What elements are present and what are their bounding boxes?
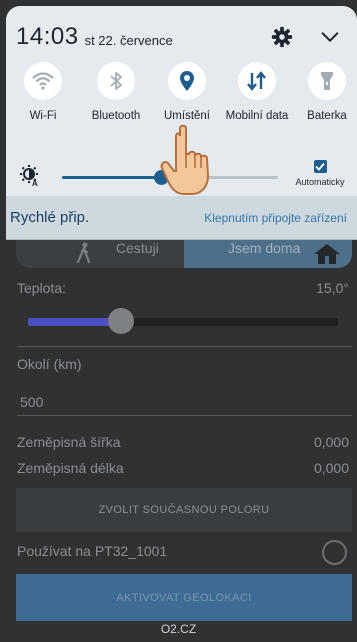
checkmark-icon [315, 162, 325, 171]
longitude-label: Zeměpisná délka [17, 460, 124, 476]
auto-brightness-toggle[interactable]: Automaticky [289, 160, 351, 187]
bluetooth-toggle-circle [97, 62, 135, 100]
mobile-data-icon [247, 71, 266, 91]
mobile-data-toggle-circle [238, 62, 276, 100]
mode-travelling-label: Cestuji [116, 240, 159, 256]
walking-person-icon [76, 242, 91, 264]
location-toggle-circle [168, 62, 206, 100]
date: st 22. července [84, 32, 173, 48]
mode-home-label: Jsem doma [228, 240, 301, 256]
brightness-auto-icon: A [20, 165, 38, 186]
bluetooth-toggle[interactable]: Bluetooth [81, 62, 151, 123]
location-pin-icon [180, 71, 194, 91]
clock: 14:03 [16, 23, 79, 50]
temperature-slider-thumb[interactable] [108, 308, 134, 334]
flashlight-toggle-circle [308, 62, 346, 100]
mobile-data-label: Mobilní data [225, 110, 289, 122]
mode-segmented-control: Cestuji Jsem doma [16, 238, 352, 268]
quick-connect-hint: Klepnutím připojte zařízení [204, 210, 347, 225]
mode-home-segment[interactable]: Jsem doma [184, 238, 352, 268]
longitude-value: 0,000 [313, 460, 349, 476]
latitude-value: 0,000 [313, 434, 349, 450]
location-label: Umístění [163, 110, 210, 122]
bluetooth-label: Bluetooth [91, 110, 141, 122]
status-row: 14:03 st 22. července [16, 22, 347, 52]
use-on-device-radio[interactable] [322, 540, 347, 565]
wifi-icon [32, 72, 54, 90]
auto-brightness-label: Automaticky [295, 177, 345, 187]
svg-text:A: A [32, 179, 38, 186]
temperature-label: Teplota: [17, 280, 67, 296]
flashlight-label: Baterka [307, 110, 347, 122]
auto-brightness-checkbox[interactable] [313, 160, 327, 173]
quick-connect-bar[interactable]: Rychlé přip. Klepnutím připojte zařízení [6, 196, 357, 240]
wifi-toggle-circle [24, 62, 62, 100]
house-icon [314, 244, 340, 264]
latitude-label: Zeměpisná šířka [17, 434, 121, 450]
quick-connect-title: Rychlé přip. [10, 209, 90, 226]
mode-travelling-segment[interactable]: Cestuji [16, 238, 184, 268]
use-on-device-label: Používat na PT32_1001 [17, 543, 168, 559]
radius-label: Okolí (km) [17, 356, 82, 372]
select-current-location-button[interactable]: ZVOLIT SOUČASNOU POLORU [16, 488, 352, 532]
location-toggle[interactable]: Umístění [152, 62, 222, 123]
flashlight-icon [321, 72, 333, 90]
pointing-hand-icon [160, 124, 210, 195]
brightness-slider-fill [62, 176, 162, 179]
temperature-value: 15,0° [316, 280, 349, 296]
bluetooth-icon [110, 72, 122, 90]
chevron-down-icon[interactable] [319, 26, 341, 48]
mobile-data-toggle[interactable]: Mobilní data [222, 62, 292, 123]
wifi-label: Wi-Fi [29, 110, 57, 122]
carrier-name: O2.CZ [160, 622, 197, 636]
divider [17, 346, 352, 347]
gear-icon[interactable] [271, 26, 293, 48]
wifi-toggle[interactable]: Wi-Fi [8, 62, 78, 123]
radius-input[interactable]: 500 [20, 394, 43, 410]
activate-geolocation-button[interactable]: AKTIVOVAT GEOLOKACI [16, 574, 352, 621]
radius-input-underline [17, 415, 352, 416]
flashlight-toggle[interactable]: Baterka [292, 62, 357, 123]
